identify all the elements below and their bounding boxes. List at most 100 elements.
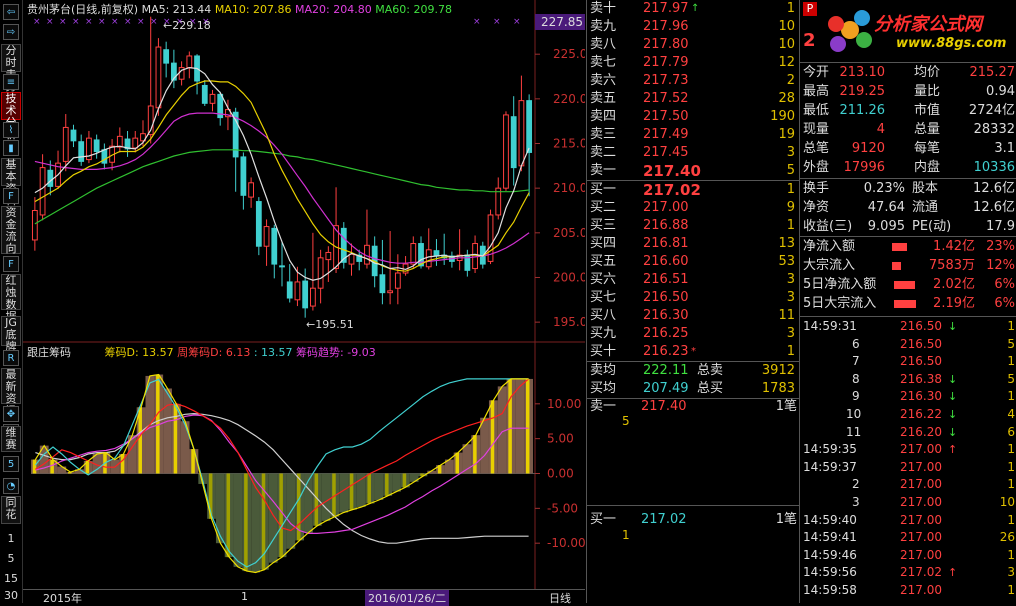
line-chart-icon[interactable]: ⌇ — [3, 122, 19, 138]
tick-volume: 5 — [1007, 336, 1015, 351]
x-year: 2015年 — [43, 592, 82, 605]
tick-row: 14:59:40 217.00 1 — [800, 512, 1016, 529]
chart-area[interactable]: 225.0 220.0 215.0 210.0 205.0 200.0 195.0 × × × × ×… — [23, 0, 585, 606]
sidebar-item-capital-flow[interactable]: 资金流向 — [1, 206, 21, 255]
flow-label: 净流入额 — [803, 239, 856, 254]
buy-row[interactable]: 买九 216.25 3 — [587, 325, 799, 343]
f10-icon[interactable]: F — [3, 188, 19, 204]
sell-row[interactable]: 卖六 217.73 2 — [587, 72, 799, 90]
sell-row[interactable]: 卖七 217.79 12 — [587, 54, 799, 72]
sidebar-item-technical[interactable]: 技术分析 — [1, 92, 21, 141]
tick-price: 216.50 — [900, 354, 942, 369]
pie-icon[interactable]: ◔ — [3, 478, 19, 494]
period-15[interactable]: 15 — [0, 572, 22, 585]
total-buy-label: 总买 — [697, 381, 724, 396]
tick-price: 216.20 — [900, 424, 942, 439]
flow-label: 5日大宗流入 — [803, 296, 877, 311]
sidebar-item-news[interactable]: 最新资讯 — [1, 368, 21, 417]
candle-icon[interactable]: ▮ — [3, 140, 19, 156]
info-label: 今开 — [803, 65, 830, 80]
avg-buy-label: 买均 — [590, 381, 617, 396]
info-label: 最高 — [803, 84, 830, 99]
sidebar-item-tonghua[interactable]: 同花 — [1, 496, 21, 524]
sell-level-label: 卖三 — [590, 127, 617, 142]
period-30[interactable]: 30 — [0, 589, 22, 602]
info-value: 0.94 — [986, 84, 1015, 99]
forward-arrow-icon[interactable]: ⇨ — [3, 24, 19, 40]
info-value: 28332 — [973, 122, 1015, 137]
buy-row[interactable]: 买三 216.88 1 — [587, 217, 799, 235]
tick-volume: 1 — [1007, 319, 1015, 333]
sell-volume: 28 — [778, 91, 795, 106]
sell-row[interactable]: 卖九 217.96 10 — [587, 18, 799, 36]
sell-row[interactable]: 卖八 217.80 10 — [587, 36, 799, 54]
sell-row[interactable]: 卖四 217.50 190 — [587, 108, 799, 126]
sidebar-item-bottom-card[interactable]: JG 底牌 — [1, 316, 21, 353]
signal-marker: × — [98, 17, 106, 27]
signal-marker: × — [124, 17, 132, 27]
sell-row[interactable]: 卖十 217.97 ↑ 1 — [587, 0, 799, 18]
sell-level-label: 卖四 — [590, 109, 617, 124]
tick-price: 216.50 — [900, 319, 942, 333]
buy-row[interactable]: 买八 216.30 11 — [587, 307, 799, 325]
order-book: 卖均 222.11 总卖 3912 买均 207.49 总买 1783 卖一 2… — [586, 0, 799, 603]
flow-bar — [892, 262, 901, 270]
flow-label: 5日净流入额 — [803, 277, 877, 292]
sell-row[interactable]: 卖三 217.49 19 — [587, 126, 799, 144]
fiz-icon[interactable]: F — [3, 256, 19, 272]
book-divider-4 — [587, 505, 799, 506]
info-label: 量比 — [914, 84, 941, 99]
move-cross-icon[interactable]: ✥ — [3, 406, 19, 422]
avg-buy-row: 买均 207.49 总买 1783 — [587, 380, 799, 398]
buy-row[interactable]: 买十 216.23 * 1 — [587, 343, 799, 361]
buy-price: 216.25 — [643, 326, 689, 341]
back-arrow-icon[interactable]: ⇦ — [3, 4, 19, 20]
queue-buy-label: 买一 — [590, 512, 617, 527]
candle-body — [201, 84, 208, 104]
buy-level-label: 买七 — [590, 290, 617, 305]
chip-stripe-bar — [173, 403, 178, 474]
sell-row[interactable]: 卖五 217.52 28 — [587, 90, 799, 108]
sidebar-item-fundamentals[interactable]: 基本资料 — [1, 158, 21, 207]
sub-trend: 筹码趋势: -9.03 — [296, 346, 376, 359]
info-divider-2 — [800, 178, 1016, 179]
sell-price: 217.79 — [643, 55, 689, 70]
sell-level-label: 卖五 — [590, 91, 617, 106]
tick-row: 8 216.38 ↓ 5 — [800, 371, 1016, 388]
flow-row: 大宗流入 7583万 12% — [800, 257, 1016, 275]
avg-sell-label: 卖均 — [590, 363, 617, 378]
sidebar-item-candle-data[interactable]: 红烛数据 — [1, 274, 21, 323]
f5-icon[interactable]: 5 — [3, 456, 19, 472]
buy-volume: 3 — [786, 272, 795, 287]
chip-area-bar — [321, 473, 331, 521]
chip-area-bar — [515, 378, 525, 474]
buy-row[interactable]: 买五 216.60 53 — [587, 253, 799, 271]
buy-price: 216.23 — [643, 344, 689, 359]
tick-price: 216.22 — [900, 407, 942, 421]
sell-row[interactable]: 卖二 217.45 3 — [587, 144, 799, 162]
sidebar-item-weisai[interactable]: 维赛 — [1, 426, 21, 452]
sell-row[interactable]: 卖一 217.40 5 — [587, 162, 799, 180]
buy-row[interactable]: 买二 217.00 9 — [587, 199, 799, 217]
buy-row[interactable]: 买四 216.81 13 — [587, 235, 799, 253]
info-row: 今开 213.10 均价 215.27 — [800, 64, 1016, 82]
buy-row[interactable]: 买一 217.02 1 — [587, 181, 799, 199]
candle-body — [47, 169, 54, 187]
kline-chart-svg[interactable]: 225.0 220.0 215.0 210.0 205.0 200.0 195.0 × × × × ×… — [23, 0, 585, 603]
down-arrow-icon: ↓ — [948, 425, 958, 439]
sell-price: 217.73 — [643, 73, 689, 88]
info-label: 股本 — [912, 181, 939, 196]
info-value: 12.6亿 — [973, 181, 1015, 196]
period-5[interactable]: 5 — [0, 552, 22, 565]
list-icon[interactable]: ≡ — [3, 74, 19, 90]
buy-row[interactable]: 买六 216.51 3 — [587, 271, 799, 289]
flow-row: 净流入额 1.42亿 23% — [800, 238, 1016, 256]
buy-volume: 1 — [786, 218, 795, 233]
chip-stripe-bar — [279, 473, 283, 558]
rsi-icon[interactable]: R — [3, 350, 19, 366]
sidebar-item-timeshare[interactable]: 分时走势 — [1, 44, 21, 93]
period-1[interactable]: 1 — [0, 532, 22, 545]
tick-row: 14:59:35 217.00 ↑ 1 — [800, 441, 1016, 458]
tick-volume: 4 — [1007, 407, 1015, 421]
buy-row[interactable]: 买七 216.50 3 — [587, 289, 799, 307]
